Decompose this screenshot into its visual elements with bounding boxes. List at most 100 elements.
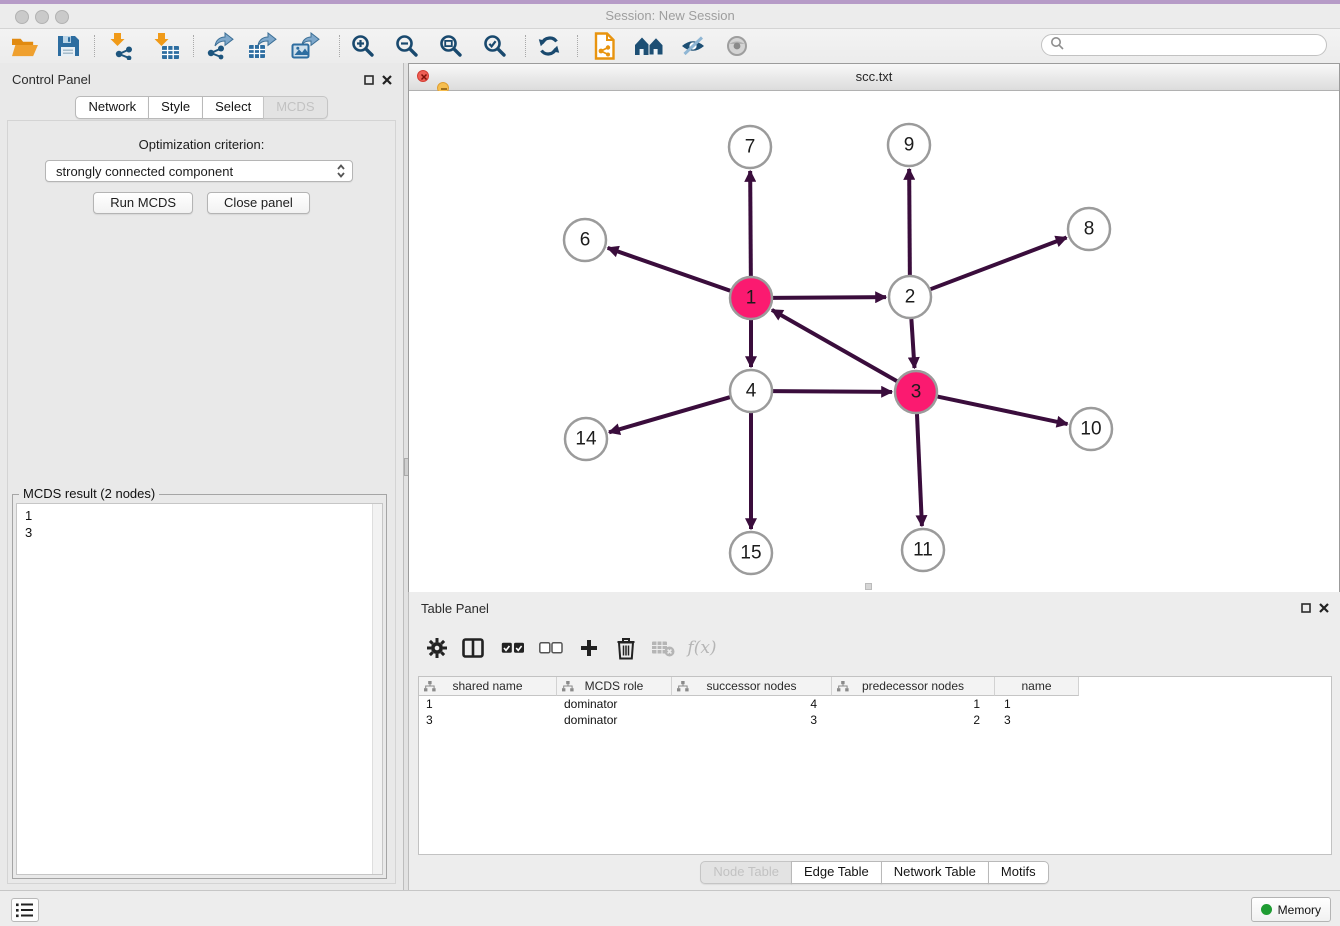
- graph-node-7[interactable]: 7: [729, 126, 771, 168]
- export-image-icon[interactable]: [289, 30, 321, 62]
- graph-edge-4-14[interactable]: [609, 397, 730, 432]
- application-window: Session: New Session: [0, 0, 1340, 926]
- zoom-in-icon[interactable]: [347, 30, 379, 62]
- optimization-criterion-label: Optimization criterion:: [8, 137, 395, 152]
- graph-edge-1-6[interactable]: [608, 248, 731, 291]
- graph-edge-4-3[interactable]: [773, 391, 892, 392]
- graph-node-10[interactable]: 10: [1070, 408, 1112, 450]
- criterion-dropdown[interactable]: strongly connected component: [45, 160, 353, 182]
- result-scrollbar[interactable]: [372, 504, 382, 874]
- table-toolbar: f(x): [409, 622, 1340, 674]
- tab-node-table[interactable]: Node Table: [700, 861, 792, 884]
- tab-network-table[interactable]: Network Table: [881, 861, 989, 884]
- tree-icon: [677, 681, 689, 695]
- tab-edge-table[interactable]: Edge Table: [791, 861, 882, 884]
- graph-node-6[interactable]: 6: [564, 219, 606, 261]
- tree-icon: [424, 681, 436, 695]
- float-panel-icon[interactable]: [363, 74, 375, 86]
- show-column-icon[interactable]: [462, 638, 484, 658]
- run-mcds-button[interactable]: Run MCDS: [93, 192, 193, 214]
- function-builder-icon-disabled: f(x): [687, 638, 716, 658]
- graph-node-2[interactable]: 2: [889, 276, 931, 318]
- graph-node-15[interactable]: 15: [730, 532, 772, 574]
- close-panel-icon[interactable]: [381, 74, 393, 86]
- refresh-icon[interactable]: [533, 30, 565, 62]
- graph-edge-1-2[interactable]: [773, 297, 886, 298]
- table-header-row: shared name MCDS role successor nodes pr…: [419, 677, 1331, 696]
- criterion-value: strongly connected component: [56, 164, 233, 179]
- unselect-all-icon[interactable]: [539, 642, 563, 654]
- graph-edge-2-8[interactable]: [931, 238, 1067, 290]
- memory-label: Memory: [1278, 903, 1321, 917]
- svg-text:2: 2: [905, 287, 916, 308]
- tab-mcds[interactable]: MCDS: [263, 96, 327, 119]
- import-network-icon[interactable]: [106, 30, 138, 62]
- import-table-icon[interactable]: [150, 30, 182, 62]
- graph-node-1[interactable]: 1: [730, 277, 772, 319]
- open-folder-icon[interactable]: [8, 30, 40, 62]
- column-header-name[interactable]: name: [995, 677, 1079, 696]
- network-title: scc.txt: [409, 64, 1339, 90]
- graph-edge-1-7[interactable]: [750, 171, 751, 276]
- search-icon: [1050, 36, 1064, 55]
- column-header-successor-nodes[interactable]: successor nodes: [672, 677, 832, 696]
- tree-icon: [837, 681, 849, 695]
- graph-node-11[interactable]: 11: [902, 529, 944, 571]
- graph-node-14[interactable]: 14: [565, 418, 607, 460]
- graph-edge-2-3[interactable]: [911, 319, 914, 368]
- tab-style[interactable]: Style: [148, 96, 203, 119]
- mcds-result-list[interactable]: 1 3: [16, 503, 383, 875]
- zoom-fit-icon[interactable]: [435, 30, 467, 62]
- close-table-panel-icon[interactable]: [1318, 602, 1330, 614]
- graph-edge-3-11[interactable]: [917, 414, 922, 526]
- column-header-shared-name[interactable]: shared name: [419, 677, 557, 696]
- graph-edge-3-10[interactable]: [938, 397, 1068, 424]
- mcds-panel: Optimization criterion: strongly connect…: [7, 120, 396, 884]
- memory-button[interactable]: Memory: [1251, 897, 1331, 922]
- tab-motifs[interactable]: Motifs: [988, 861, 1049, 884]
- graph-node-9[interactable]: 9: [888, 124, 930, 166]
- save-icon[interactable]: [52, 30, 84, 62]
- search-input[interactable]: [1069, 37, 1326, 53]
- close-panel-button[interactable]: Close panel: [207, 192, 310, 214]
- list-icon: [15, 902, 35, 918]
- tree-icon: [562, 681, 574, 695]
- status-bar: Memory: [0, 890, 1340, 926]
- graph-node-8[interactable]: 8: [1068, 208, 1110, 250]
- graph-edge-2-9[interactable]: [909, 169, 910, 275]
- graph-node-3[interactable]: 3: [895, 371, 937, 413]
- table-row[interactable]: 3 dominator 3 2 3: [419, 712, 1331, 728]
- tab-network[interactable]: Network: [75, 96, 149, 119]
- document-share-icon[interactable]: [589, 30, 621, 62]
- delete-row-icon[interactable]: [616, 636, 636, 660]
- result-line: 1: [25, 507, 374, 524]
- export-table-icon[interactable]: [246, 30, 278, 62]
- column-header-mcds-role[interactable]: MCDS role: [557, 677, 672, 696]
- hide-eye-icon[interactable]: [677, 30, 709, 62]
- houses-icon[interactable]: [633, 30, 665, 62]
- float-table-panel-icon[interactable]: [1300, 602, 1312, 614]
- export-network-icon[interactable]: [203, 30, 235, 62]
- session-title: Session: New Session: [0, 4, 1340, 28]
- column-header-predecessor-nodes[interactable]: predecessor nodes: [832, 677, 995, 696]
- canvas-resize-grip[interactable]: [865, 583, 872, 590]
- svg-text:14: 14: [575, 429, 597, 450]
- eye-disabled-icon[interactable]: [721, 30, 753, 62]
- table-row[interactable]: 1 dominator 4 1 1: [419, 696, 1331, 712]
- window-titlebar: Session: New Session: [0, 4, 1340, 29]
- zoom-out-icon[interactable]: [391, 30, 423, 62]
- select-all-icon[interactable]: [501, 642, 525, 654]
- task-history-button[interactable]: [11, 898, 39, 922]
- graph-node-4[interactable]: 4: [730, 370, 772, 412]
- control-panel-tabs: Network Style Select MCDS: [0, 96, 403, 119]
- zoom-selected-icon[interactable]: [479, 30, 511, 62]
- network-canvas[interactable]: 7 9 6 8 1 2 4 3 14 10 15 11: [409, 91, 1339, 592]
- toolbar-separator: [577, 35, 578, 57]
- node-table[interactable]: shared name MCDS role successor nodes pr…: [418, 676, 1332, 855]
- settings-gear-icon[interactable]: [426, 637, 448, 659]
- search-box[interactable]: [1041, 34, 1327, 56]
- tab-select[interactable]: Select: [202, 96, 264, 119]
- network-window-titlebar[interactable]: scc.txt: [409, 64, 1339, 91]
- graph-edge-3-1[interactable]: [772, 310, 897, 381]
- add-row-icon[interactable]: [579, 638, 599, 658]
